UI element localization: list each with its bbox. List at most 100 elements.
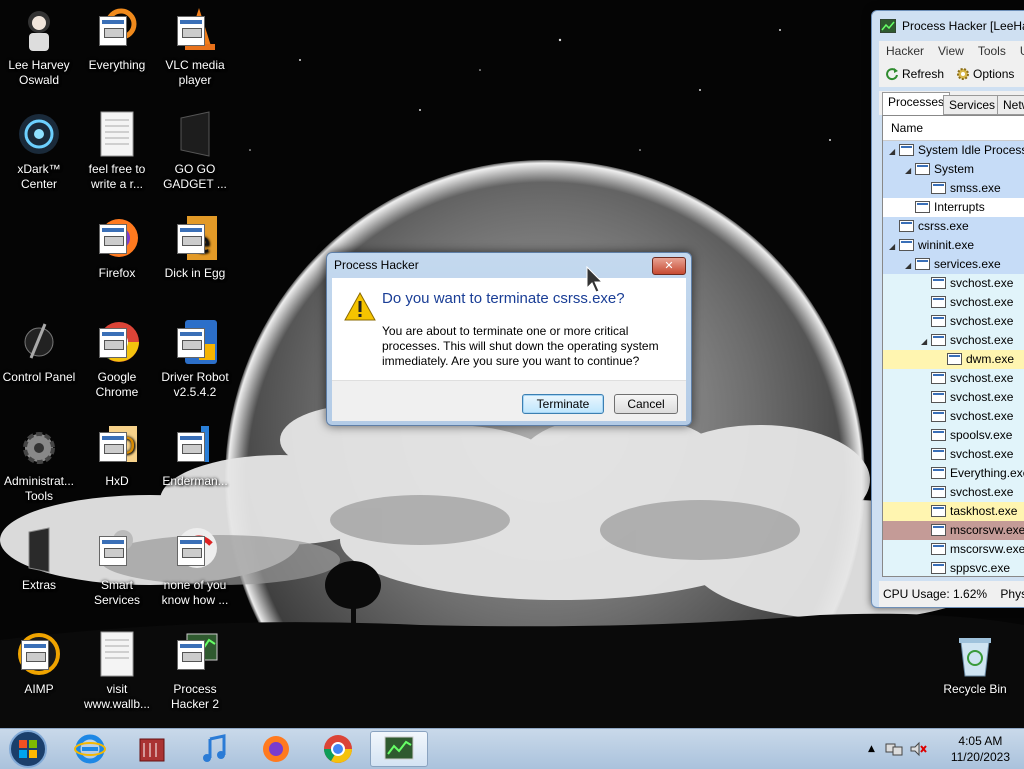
text-document-icon	[100, 111, 134, 157]
process-icon	[931, 372, 946, 384]
taskbar-itunes[interactable]	[186, 731, 242, 767]
dialog-footer: Terminate Cancel	[332, 380, 686, 421]
table-row[interactable]: svchost.exe	[883, 293, 1024, 312]
process-name: svchost.exe	[950, 409, 1014, 423]
dialog-message: You are about to terminate one or more c…	[382, 324, 659, 368]
table-row[interactable]: ◢ services.exe	[883, 255, 1024, 274]
process-hacker-icon	[880, 19, 896, 33]
admin-tools-gear-icon	[23, 432, 55, 464]
tab-network[interactable]: Netw	[997, 95, 1024, 115]
table-row[interactable]: svchost.exe	[883, 407, 1024, 426]
table-row[interactable]: sppsvc.exe	[883, 559, 1024, 576]
network-icon[interactable]	[885, 741, 903, 757]
table-row[interactable]: ◢ System Idle Process	[883, 141, 1024, 160]
table-row[interactable]: svchost.exe	[883, 388, 1024, 407]
table-row[interactable]: smss.exe	[883, 179, 1024, 198]
table-row[interactable]: svchost.exe	[883, 274, 1024, 293]
dialog-close-button[interactable]: ✕	[652, 257, 686, 275]
xdark-orb-icon	[19, 114, 59, 154]
table-row[interactable]: mscorsvw.exe	[883, 521, 1024, 540]
process-hacker-statusbar: CPU Usage: 1.62% Physi	[879, 581, 1024, 607]
process-name: Interrupts	[934, 200, 985, 214]
desktop-icon-control-panel[interactable]: Control Panel	[0, 318, 78, 385]
expand-toggle-icon[interactable]: ◢	[889, 237, 899, 256]
show-hidden-icons-button[interactable]: ▲	[868, 744, 875, 754]
table-row[interactable]: ◢ wininit.exe	[883, 236, 1024, 255]
desktop-icon-driver-robot[interactable]: Driver Robot v2.5.4.2	[156, 318, 234, 400]
taskbar-internet-explorer[interactable]	[62, 731, 118, 767]
menu-hacker[interactable]: Hacker	[879, 44, 931, 58]
taskbar-clock[interactable]: 4:05 AM 11/20/2023	[951, 733, 1010, 765]
desktop-icon-dick-in-egg[interactable]: e Dick in Egg	[156, 214, 234, 281]
desktop-icon-extras[interactable]: Extras	[0, 526, 78, 593]
tab-services[interactable]: Services	[943, 95, 1002, 115]
internet-explorer-icon	[74, 734, 106, 764]
taskbar-process-hacker[interactable]	[370, 731, 428, 767]
desktop-icon-none-of-you[interactable]: none of you know how ...	[156, 526, 234, 608]
terminate-button[interactable]: Terminate	[522, 394, 604, 414]
table-row[interactable]: svchost.exe	[883, 483, 1024, 502]
terminate-confirm-dialog[interactable]: Process Hacker ✕ Do you want to terminat…	[326, 252, 692, 426]
cancel-button[interactable]: Cancel	[614, 394, 678, 414]
table-row[interactable]: Everything.exe	[883, 464, 1024, 483]
desktop-icon-visit-wallb[interactable]: visit www.wallb...	[78, 630, 156, 712]
process-icon	[931, 543, 946, 555]
process-name: mscorsvw.exe	[950, 542, 1024, 556]
refresh-button[interactable]: Refresh	[879, 67, 950, 81]
desktop-icon-vlc[interactable]: VLC media player	[156, 6, 234, 88]
process-hacker-window[interactable]: Process Hacker [LeeHar Hacker View Tools…	[871, 10, 1024, 608]
menu-users[interactable]: U	[1013, 44, 1024, 58]
desktop-icon-hxd[interactable]: D HxD	[78, 422, 156, 489]
table-row[interactable]: dwm.exe	[883, 350, 1024, 369]
itunes-music-icon	[203, 734, 226, 762]
table-row[interactable]: svchost.exe	[883, 445, 1024, 464]
process-name: Everything.exe	[950, 466, 1024, 480]
desktop-icon-recycle-bin[interactable]: Recycle Bin	[936, 630, 1014, 697]
tab-processes[interactable]: Processes	[882, 92, 951, 115]
table-row[interactable]: spoolsv.exe	[883, 426, 1024, 445]
desktop-icon-smart-services[interactable]: Smart Services	[78, 526, 156, 608]
table-row[interactable]: csrss.exe	[883, 217, 1024, 236]
table-row[interactable]: svchost.exe	[883, 369, 1024, 388]
process-icon	[899, 144, 914, 156]
expand-toggle-icon[interactable]: ◢	[905, 256, 915, 275]
table-row[interactable]: ◢ svchost.exe	[883, 331, 1024, 350]
desktop-icon-xdark-center[interactable]: xDark™ Center	[0, 110, 78, 192]
process-hacker-titlebar[interactable]: Process Hacker [LeeHar	[872, 11, 1024, 41]
table-row[interactable]: svchost.exe	[883, 312, 1024, 331]
process-name: dwm.exe	[966, 352, 1015, 366]
menu-tools[interactable]: Tools	[971, 44, 1013, 58]
taskbar-firefox[interactable]	[248, 731, 304, 767]
desktop-icon-aimp[interactable]: AIMP	[0, 630, 78, 697]
desktop-icon-process-hacker-2[interactable]: Process Hacker 2	[156, 630, 234, 712]
desktop-icon-go-go-gadget[interactable]: GO GO GADGET ...	[156, 110, 234, 192]
table-row[interactable]: taskhost.exe	[883, 502, 1024, 521]
process-tree[interactable]: Name ◢ System Idle Process ◢ System smss.exe…	[882, 115, 1024, 577]
start-button[interactable]	[0, 730, 56, 768]
gear-icon	[957, 68, 970, 80]
desktop-icon-feel-free[interactable]: feel free to write a r...	[78, 110, 156, 192]
expand-toggle-icon[interactable]: ◢	[921, 332, 931, 351]
table-row[interactable]: Interrupts	[883, 198, 1024, 217]
clock-date: 11/20/2023	[950, 750, 1010, 764]
media-center-icon	[139, 738, 165, 762]
table-row[interactable]: mscorsvw.exe	[883, 540, 1024, 559]
menu-view[interactable]: View	[931, 44, 971, 58]
expand-toggle-icon[interactable]: ◢	[905, 161, 915, 180]
desktop-icon-google-chrome[interactable]: Google Chrome	[78, 318, 156, 400]
desktop-icon-lee-harvey-oswald[interactable]: Lee Harvey Oswald	[0, 6, 78, 88]
speaker-muted-icon[interactable]	[909, 741, 927, 757]
desktop-icon-firefox[interactable]: Firefox	[78, 214, 156, 281]
desktop-icon-enderman[interactable]: Enderman...	[156, 422, 234, 489]
process-icon	[899, 220, 914, 232]
table-row[interactable]: ◢ System	[883, 160, 1024, 179]
firefox-icon	[263, 736, 289, 762]
taskbar-chrome[interactable]	[310, 731, 366, 767]
expand-toggle-icon[interactable]: ◢	[889, 142, 899, 161]
desktop-icon-everything[interactable]: Everything	[78, 6, 156, 73]
options-button[interactable]: Options	[950, 67, 1020, 81]
process-hacker-icon	[384, 736, 414, 760]
column-header-name[interactable]: Name	[883, 116, 1024, 141]
desktop-icon-admin-tools[interactable]: Administrat... Tools	[0, 422, 78, 504]
taskbar-media-center[interactable]	[124, 731, 180, 767]
